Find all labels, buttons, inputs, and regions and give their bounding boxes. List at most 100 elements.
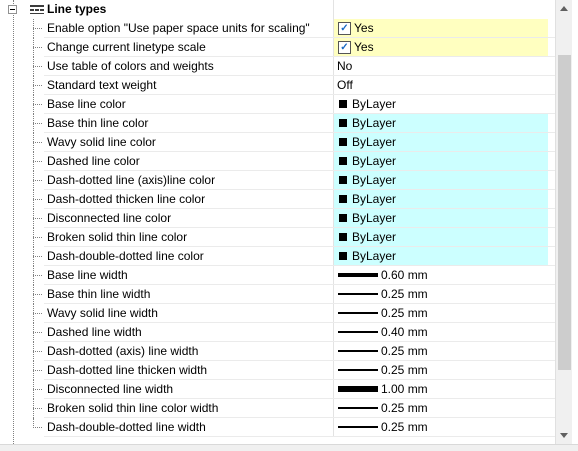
color-swatch-icon <box>339 214 347 222</box>
property-row[interactable]: Disconnected line width 1.00 mm <box>0 380 555 399</box>
vertical-scrollbar[interactable] <box>555 0 573 444</box>
property-value[interactable]: 1.00 mm <box>334 380 548 398</box>
value-text: 0.25 mm <box>381 363 428 377</box>
value-text: 0.25 mm <box>381 344 428 358</box>
value-text: 0.25 mm <box>381 287 428 301</box>
property-label: Disconnected line width <box>47 382 174 396</box>
tree-branch-line <box>33 389 42 390</box>
property-value[interactable]: ByLayer <box>334 152 548 170</box>
value-text: ByLayer <box>352 249 397 263</box>
scrollbar-thumb[interactable] <box>558 55 571 370</box>
property-row[interactable]: Base line color ByLayer <box>0 95 555 114</box>
property-row[interactable]: Dashed line color ByLayer <box>0 152 555 171</box>
property-value[interactable]: ByLayer <box>334 95 548 113</box>
property-label: Wavy solid line width <box>47 306 158 320</box>
property-value[interactable]: 0.60 mm <box>334 266 548 284</box>
tree-branch-line <box>33 66 42 67</box>
property-row[interactable]: Base line width 0.60 mm <box>0 266 555 285</box>
property-row[interactable]: Base thin line color ByLayer <box>0 114 555 133</box>
property-row[interactable]: Wavy solid line color ByLayer <box>0 133 555 152</box>
scroll-up-button[interactable] <box>556 0 573 17</box>
property-value[interactable]: ByLayer <box>334 114 548 132</box>
property-value[interactable]: 0.25 mm <box>334 304 548 322</box>
value-text: 0.25 mm <box>381 401 428 415</box>
property-row[interactable]: Base thin line width 0.25 mm <box>0 285 555 304</box>
color-swatch-icon <box>339 119 347 127</box>
property-label: Enable option "Use paper space units for… <box>47 21 310 35</box>
property-row[interactable]: Use table of colors and weights No <box>0 57 555 76</box>
value-text: No <box>337 59 353 73</box>
line-weight-sample <box>338 407 378 409</box>
value-text: 0.40 mm <box>381 325 428 339</box>
tree-branch-line <box>33 199 42 200</box>
tree-branch-line <box>33 408 42 409</box>
property-label: Change current linetype scale <box>47 40 206 54</box>
property-row[interactable]: Enable option "Use paper space units for… <box>0 19 555 38</box>
tree-branch-line <box>33 294 42 295</box>
property-label: Base thin line width <box>47 287 151 301</box>
property-value[interactable]: 0.25 mm <box>334 361 548 379</box>
category-row-line-types[interactable]: Line types <box>0 0 555 19</box>
property-row[interactable]: Disconnected line color ByLayer <box>0 209 555 228</box>
property-row[interactable]: Broken solid thin line color width 0.25 m… <box>0 399 555 418</box>
property-row[interactable]: Wavy solid line width 0.25 mm <box>0 304 555 323</box>
scroll-down-button[interactable] <box>556 427 573 444</box>
property-value[interactable]: ✓ Yes <box>334 38 548 56</box>
property-row[interactable]: Broken solid thin line color ByLayer <box>0 228 555 247</box>
property-row[interactable]: Dash-dotted (axis) line width 0.25 mm <box>0 342 555 361</box>
color-swatch-icon <box>339 252 347 260</box>
property-row[interactable]: Dash-dotted line thicken width 0.25 mm <box>0 361 555 380</box>
property-label: Disconnected line color <box>47 211 172 225</box>
property-value[interactable]: 0.25 mm <box>334 399 548 417</box>
tree-branch-line <box>33 85 42 86</box>
tree-branch-line <box>33 161 42 162</box>
property-value[interactable]: ByLayer <box>334 171 548 189</box>
checkmark-icon[interactable]: ✓ <box>338 41 351 54</box>
property-row[interactable]: Dash-double-dotted line width 0.25 mm <box>0 418 555 437</box>
color-swatch-icon <box>339 157 347 165</box>
property-row[interactable]: Dashed line width 0.40 mm <box>0 323 555 342</box>
color-swatch-icon <box>339 138 347 146</box>
property-value[interactable]: ByLayer <box>334 190 548 208</box>
property-value[interactable]: ByLayer <box>334 228 548 246</box>
collapse-icon[interactable] <box>8 5 17 14</box>
line-weight-sample <box>338 312 378 314</box>
tree-branch-line <box>33 427 42 428</box>
tree-branch-line <box>33 332 42 333</box>
property-value[interactable]: ByLayer <box>334 247 548 265</box>
property-value[interactable]: 0.40 mm <box>334 323 548 341</box>
value-text: Off <box>337 78 353 92</box>
tree-branch-line <box>33 142 42 143</box>
property-label: Use table of colors and weights <box>47 59 214 73</box>
value-text: 0.25 mm <box>381 306 428 320</box>
property-value[interactable]: Off <box>334 76 548 94</box>
checkmark-icon[interactable]: ✓ <box>338 22 351 35</box>
value-text: ByLayer <box>352 211 397 225</box>
property-row[interactable]: Dash-dotted line (axis)line color ByLayer <box>0 171 555 190</box>
line-weight-sample <box>338 426 378 428</box>
tree-branch-line <box>33 218 42 219</box>
property-label: Dashed line width <box>47 325 142 339</box>
property-row[interactable]: Dash-double-dotted line color ByLayer <box>0 247 555 266</box>
column-divider <box>333 0 334 19</box>
value-text: ByLayer <box>352 135 397 149</box>
property-value[interactable]: 0.25 mm <box>334 418 548 436</box>
tree-branch-line <box>33 370 42 371</box>
tree-branch-line <box>33 47 42 48</box>
tree-branch-line <box>33 275 42 276</box>
line-weight-sample <box>338 386 378 392</box>
value-text: ByLayer <box>352 116 397 130</box>
row-divider <box>44 436 555 437</box>
property-value[interactable]: 0.25 mm <box>334 342 548 360</box>
property-value[interactable]: ByLayer <box>334 209 548 227</box>
property-value[interactable]: ByLayer <box>334 133 548 151</box>
property-row[interactable]: Dash-dotted thicken line color ByLayer <box>0 190 555 209</box>
property-value[interactable]: No <box>334 57 548 75</box>
property-value[interactable]: 0.25 mm <box>334 285 548 303</box>
property-grid: Line types Enable option "Use paper spac… <box>0 0 555 444</box>
property-row[interactable]: Standard text weight Off <box>0 76 555 95</box>
property-row[interactable]: Change current linetype scale ✓ Yes <box>0 38 555 57</box>
property-label: Standard text weight <box>47 78 157 92</box>
color-swatch-icon <box>339 233 347 241</box>
property-value[interactable]: ✓ Yes <box>334 19 548 37</box>
